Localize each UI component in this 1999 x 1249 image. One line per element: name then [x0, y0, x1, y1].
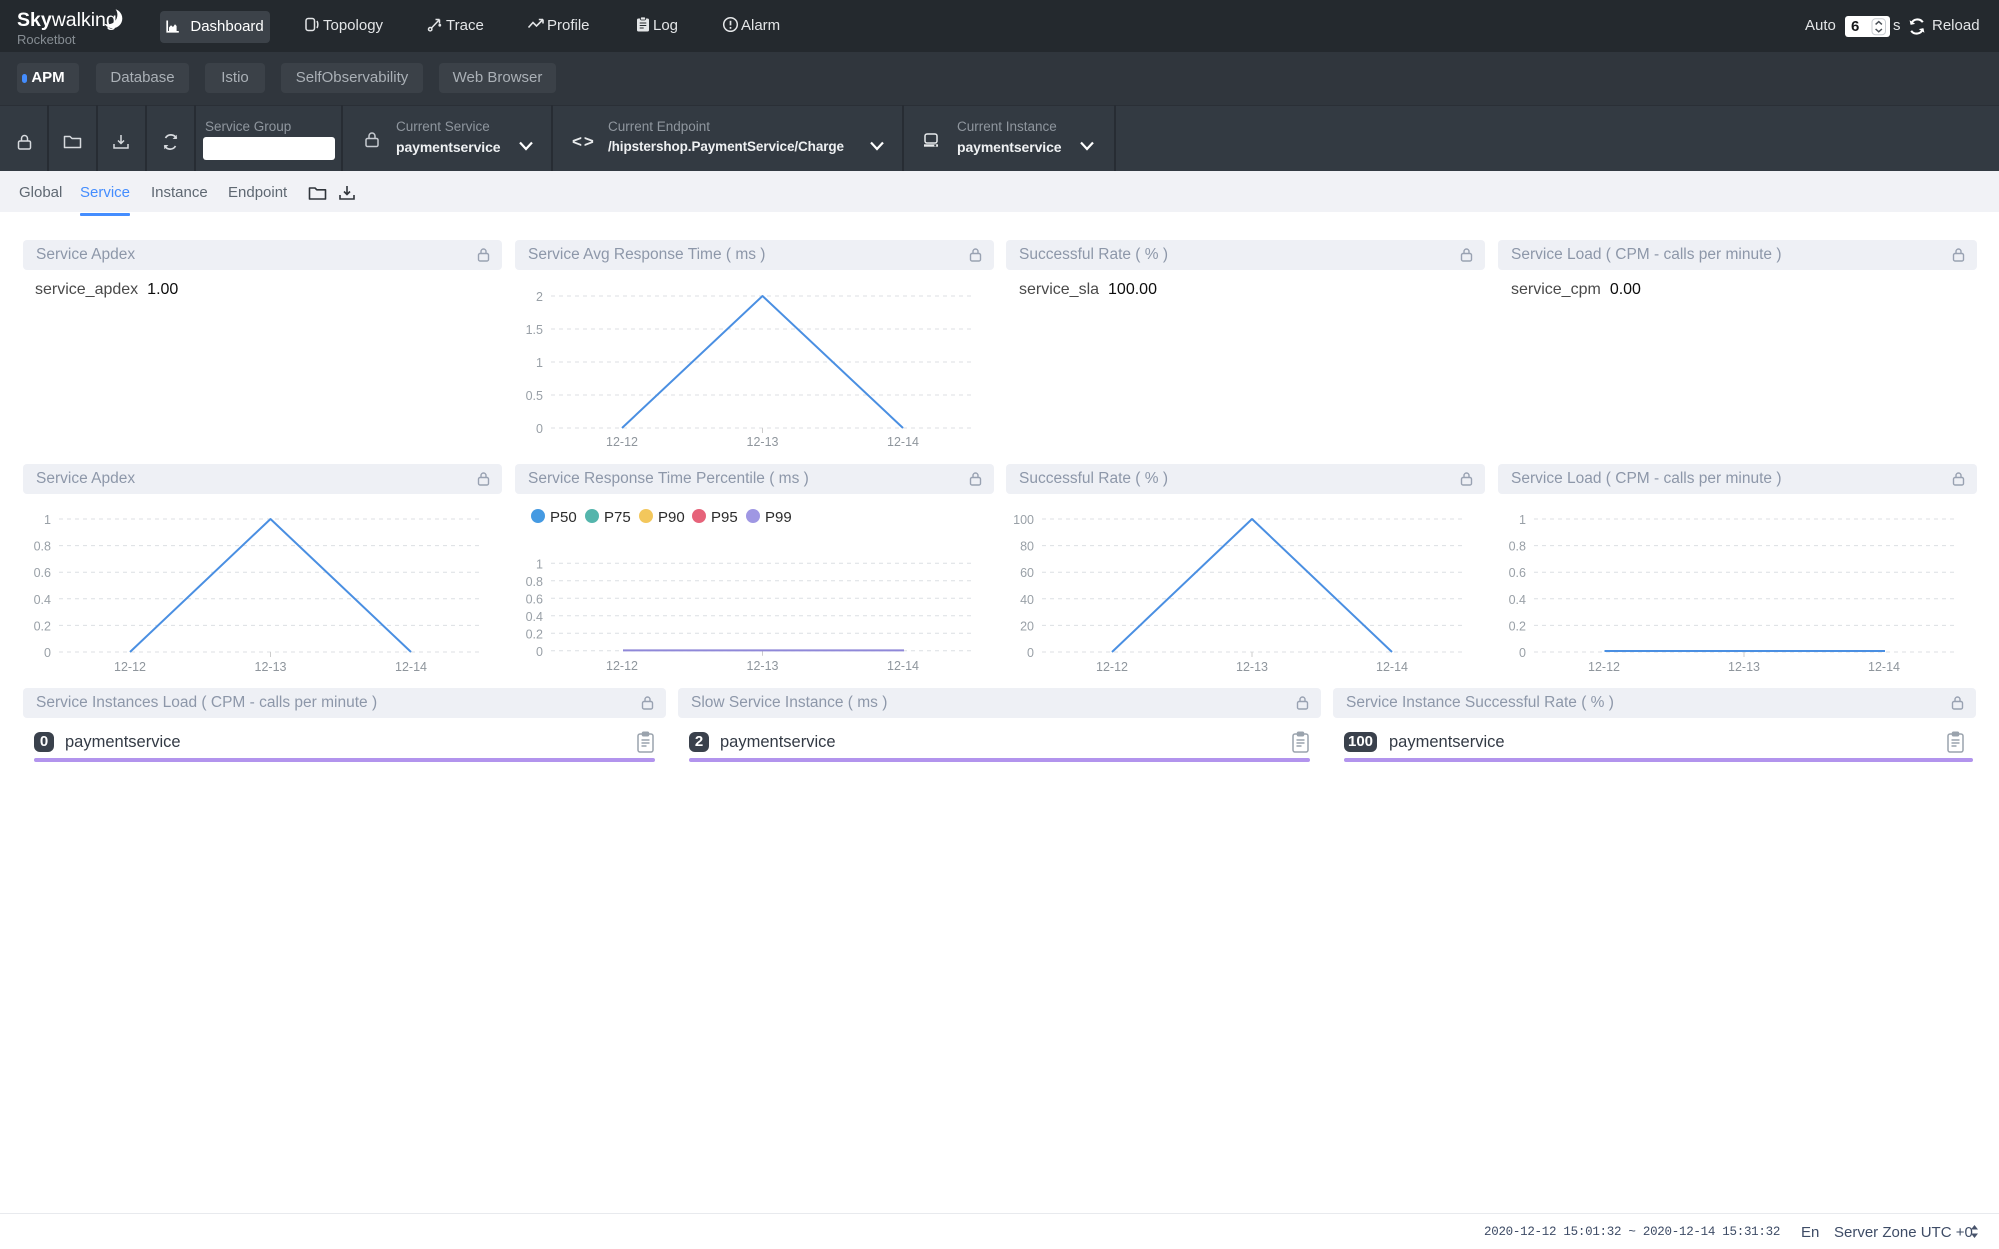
svg-text:0.8: 0.8	[34, 540, 51, 554]
svg-text:12-14: 12-14	[1376, 660, 1408, 674]
svg-text:0: 0	[536, 645, 543, 659]
svg-text:0.8: 0.8	[526, 575, 543, 589]
svg-text:0.4: 0.4	[526, 610, 543, 624]
svg-text:0: 0	[536, 422, 543, 436]
svg-text:12-13: 12-13	[1236, 660, 1268, 674]
svg-text:12-14: 12-14	[887, 659, 919, 673]
svg-text:P95: P95	[711, 509, 738, 526]
svg-text:12-14: 12-14	[1868, 660, 1900, 674]
svg-text:1: 1	[536, 557, 543, 571]
svg-text:40: 40	[1020, 593, 1034, 607]
svg-text:0.2: 0.2	[1509, 619, 1526, 633]
svg-text:P99: P99	[765, 509, 792, 526]
svg-text:12-12: 12-12	[114, 660, 146, 674]
svg-text:12-12: 12-12	[606, 435, 638, 449]
svg-text:0: 0	[1519, 646, 1526, 660]
svg-text:1: 1	[1519, 513, 1526, 527]
svg-text:2: 2	[536, 290, 543, 304]
svg-text:0.6: 0.6	[526, 592, 543, 606]
svg-text:0: 0	[1027, 646, 1034, 660]
svg-text:80: 80	[1020, 540, 1034, 554]
svg-text:0.6: 0.6	[1509, 566, 1526, 580]
svg-text:0.4: 0.4	[1509, 593, 1526, 607]
svg-text:0.4: 0.4	[34, 593, 51, 607]
svg-text:12-12: 12-12	[1588, 660, 1620, 674]
svg-text:12-14: 12-14	[887, 435, 919, 449]
svg-text:1: 1	[536, 356, 543, 370]
svg-text:1: 1	[44, 513, 51, 527]
svg-text:12-13: 12-13	[747, 659, 779, 673]
svg-text:100: 100	[1013, 513, 1034, 527]
svg-text:0.2: 0.2	[526, 627, 543, 641]
svg-text:1.5: 1.5	[526, 323, 543, 337]
svg-text:12-14: 12-14	[395, 660, 427, 674]
svg-text:P50: P50	[550, 509, 577, 526]
svg-text:12-12: 12-12	[1096, 660, 1128, 674]
svg-text:12-13: 12-13	[747, 435, 779, 449]
svg-text:12-13: 12-13	[255, 660, 287, 674]
svg-text:12-12: 12-12	[606, 659, 638, 673]
svg-text:P90: P90	[658, 509, 685, 526]
svg-text:12-13: 12-13	[1728, 660, 1760, 674]
svg-text:60: 60	[1020, 566, 1034, 580]
svg-text:0.2: 0.2	[34, 619, 51, 633]
svg-text:20: 20	[1020, 619, 1034, 633]
svg-text:0.5: 0.5	[526, 389, 543, 403]
svg-text:0.6: 0.6	[34, 566, 51, 580]
svg-text:P75: P75	[604, 509, 631, 526]
svg-text:0: 0	[44, 646, 51, 660]
svg-text:0.8: 0.8	[1509, 540, 1526, 554]
